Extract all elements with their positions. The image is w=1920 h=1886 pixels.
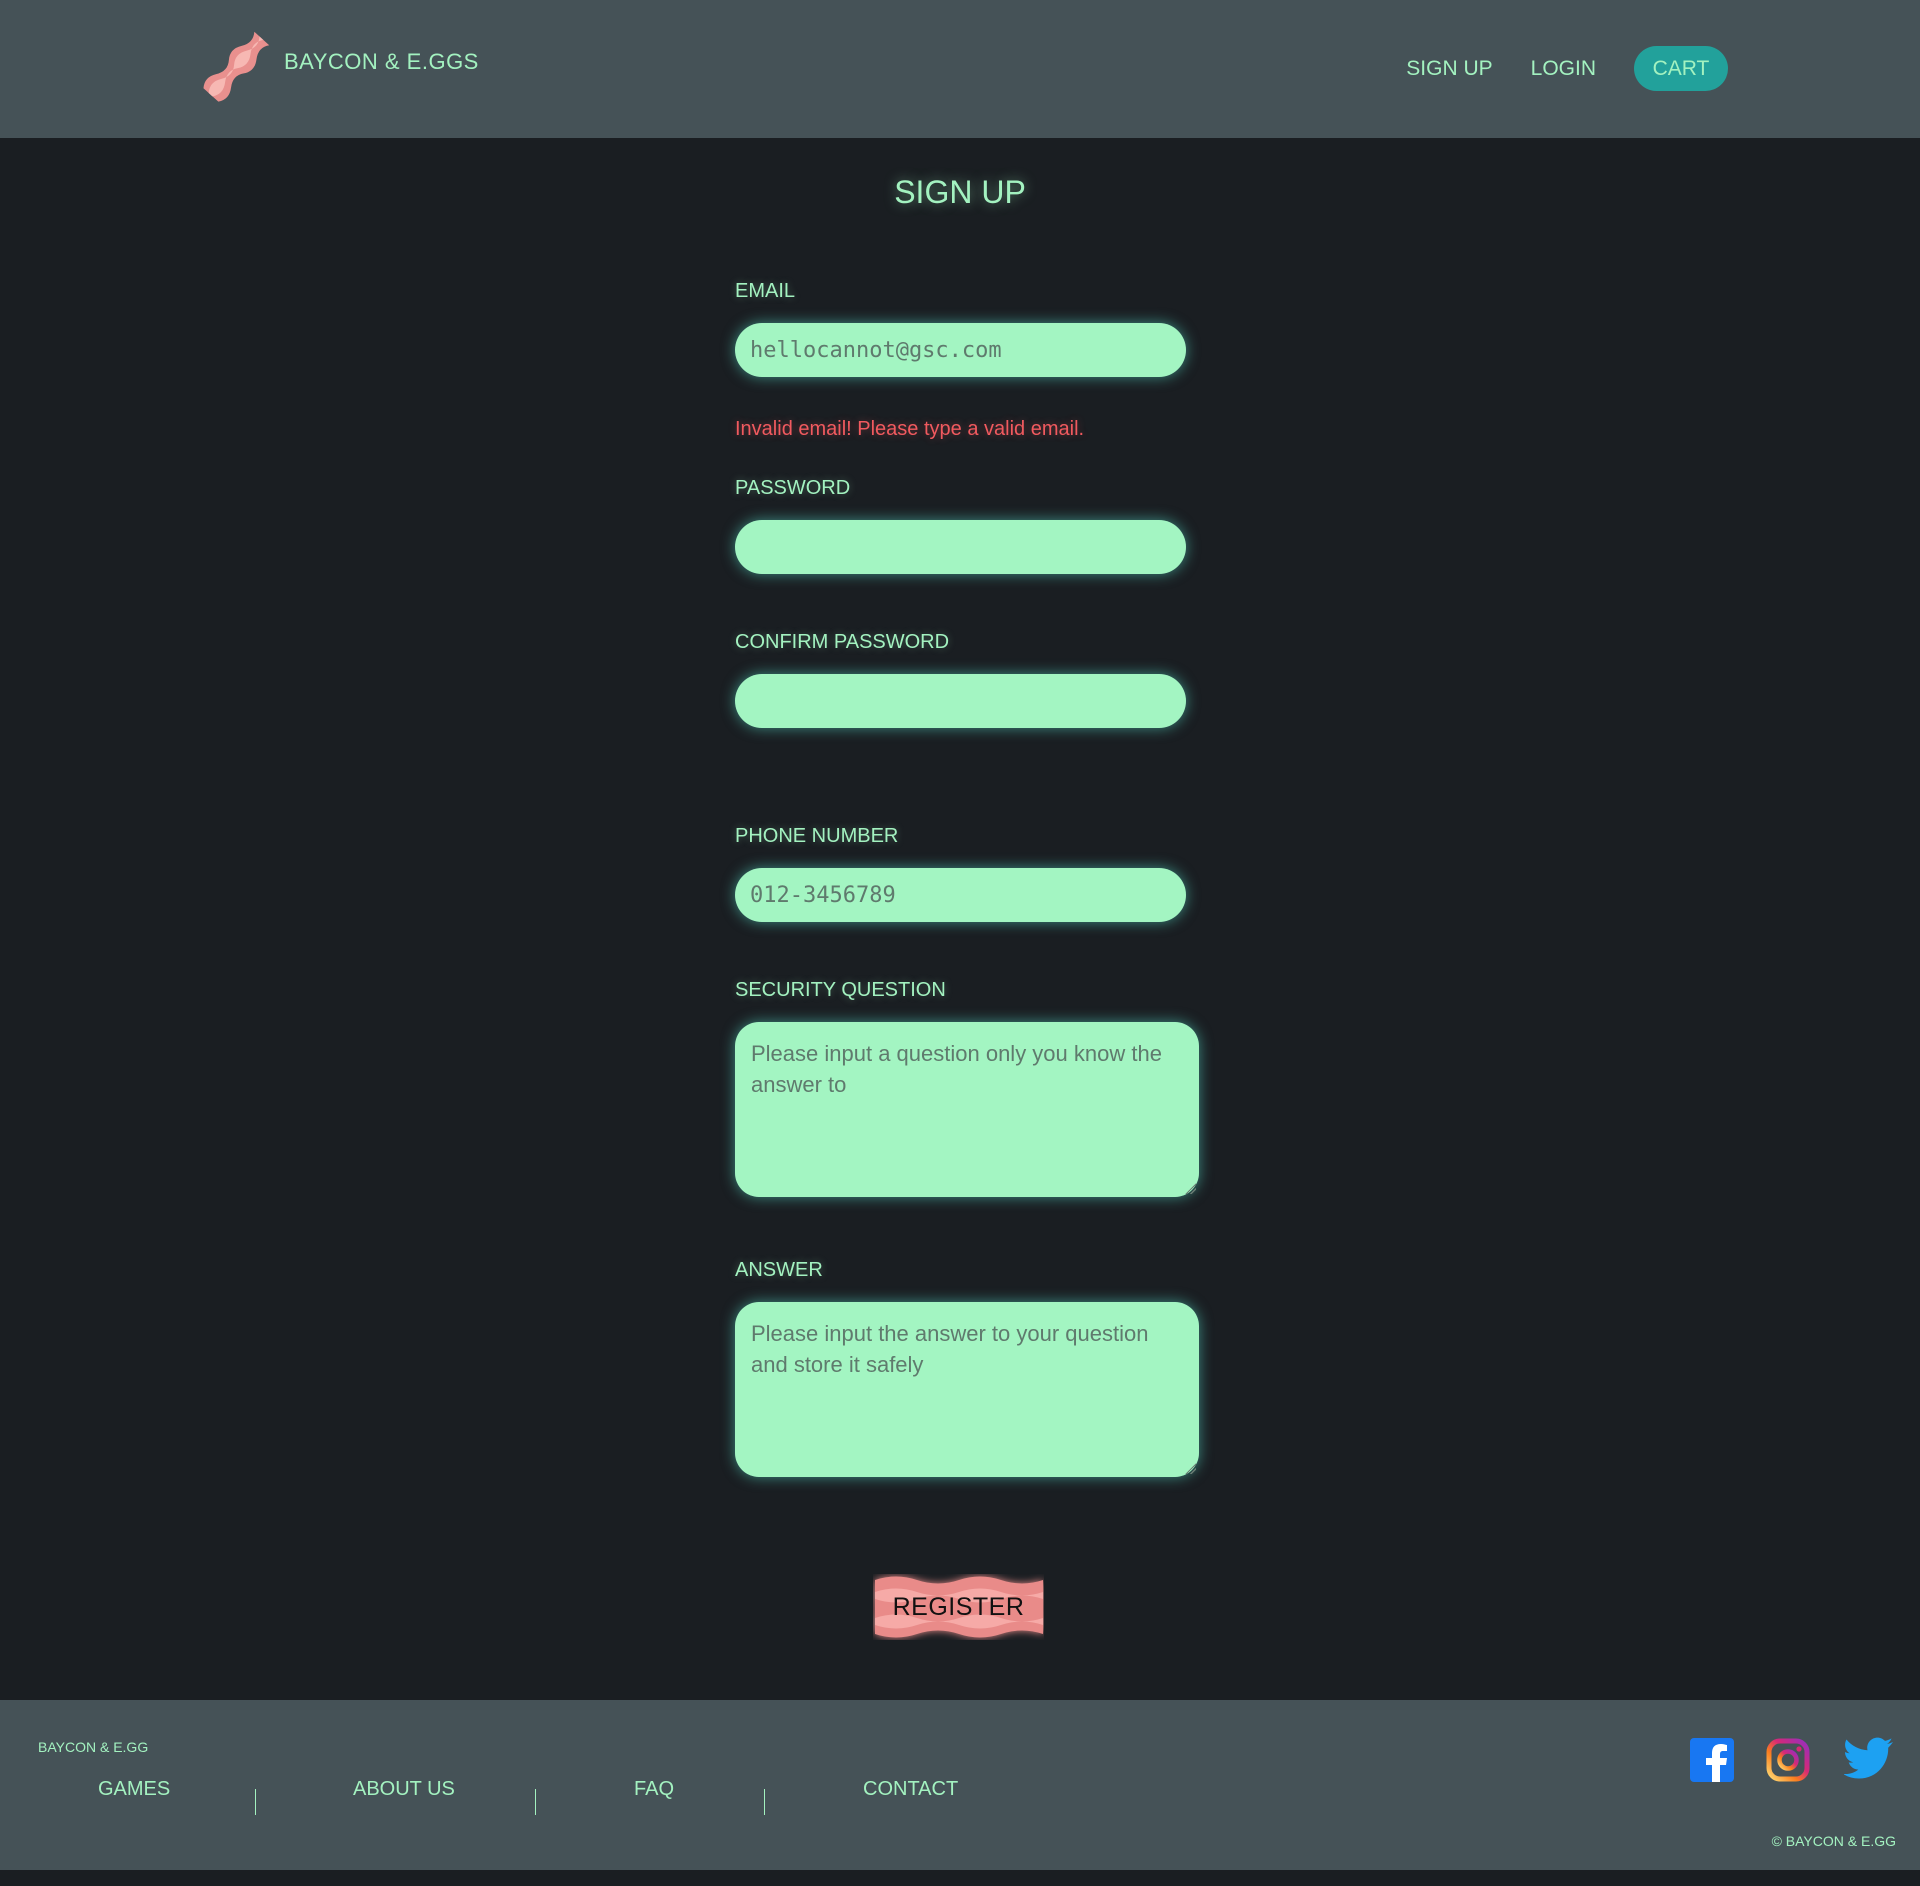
register-button-label: REGISTER bbox=[892, 1592, 1025, 1621]
facebook-icon[interactable] bbox=[1690, 1738, 1734, 1782]
password-label: PASSWORD bbox=[735, 477, 851, 499]
answer-label: ANSWER bbox=[735, 1259, 823, 1281]
answer-textarea[interactable]: Please input the answer to your question… bbox=[735, 1302, 1199, 1477]
main-nav: SIGN UP LOGIN CART bbox=[1406, 46, 1728, 91]
email-error-message: Invalid email! Please type a valid email… bbox=[735, 418, 1085, 440]
confirm-password-label: CONFIRM PASSWORD bbox=[735, 631, 950, 653]
security-question-placeholder: Please input a question only you know th… bbox=[751, 1041, 1162, 1097]
password-input[interactable] bbox=[735, 520, 1186, 574]
phone-number-label: PHONE NUMBER bbox=[735, 825, 899, 847]
twitter-icon[interactable] bbox=[1844, 1736, 1894, 1780]
security-question-label: SECURITY QUESTION bbox=[735, 979, 946, 1001]
footer-brand: BAYCON & E.GG bbox=[38, 1739, 149, 1755]
site-header: BAYCON & E.GGS SIGN UP LOGIN CART bbox=[0, 0, 1920, 138]
bacon-logo-icon bbox=[203, 31, 270, 102]
phone-number-input[interactable]: 012-3456789 bbox=[735, 868, 1186, 922]
footer-link-games[interactable]: GAMES bbox=[98, 1778, 170, 1801]
footer-link-about-us[interactable]: ABOUT US bbox=[353, 1778, 455, 1801]
brand-name: BAYCON & E.GGS bbox=[284, 49, 479, 74]
email-input[interactable]: hellocannot@gsc.com bbox=[735, 323, 1186, 377]
security-question-textarea[interactable]: Please input a question only you know th… bbox=[735, 1022, 1199, 1197]
footer-divider bbox=[255, 1789, 256, 1815]
nav-login-link[interactable]: LOGIN bbox=[1531, 57, 1596, 81]
resize-handle-icon[interactable] bbox=[1184, 1182, 1196, 1194]
footer-divider bbox=[764, 1789, 765, 1815]
page-title: SIGN UP bbox=[894, 174, 1026, 210]
site-footer: BAYCON & E.GG GAMES ABOUT US FAQ CONTACT… bbox=[0, 1700, 1920, 1870]
footer-link-faq[interactable]: FAQ bbox=[634, 1778, 674, 1801]
footer-link-contact[interactable]: CONTACT bbox=[863, 1778, 958, 1801]
register-button[interactable]: REGISTER bbox=[873, 1574, 1044, 1640]
confirm-password-input[interactable] bbox=[735, 674, 1186, 728]
email-label: EMAIL bbox=[735, 280, 796, 302]
instagram-icon[interactable] bbox=[1766, 1738, 1810, 1782]
nav-signup-link[interactable]: SIGN UP bbox=[1406, 57, 1492, 81]
footer-divider bbox=[535, 1789, 536, 1815]
cart-button[interactable]: CART bbox=[1634, 46, 1728, 91]
copyright-text: © BAYCON & E.GG bbox=[1771, 1833, 1896, 1849]
brand-logo-link[interactable]: BAYCON & E.GGS bbox=[196, 24, 479, 108]
answer-placeholder: Please input the answer to your question… bbox=[751, 1321, 1149, 1377]
resize-handle-icon[interactable] bbox=[1184, 1462, 1196, 1474]
